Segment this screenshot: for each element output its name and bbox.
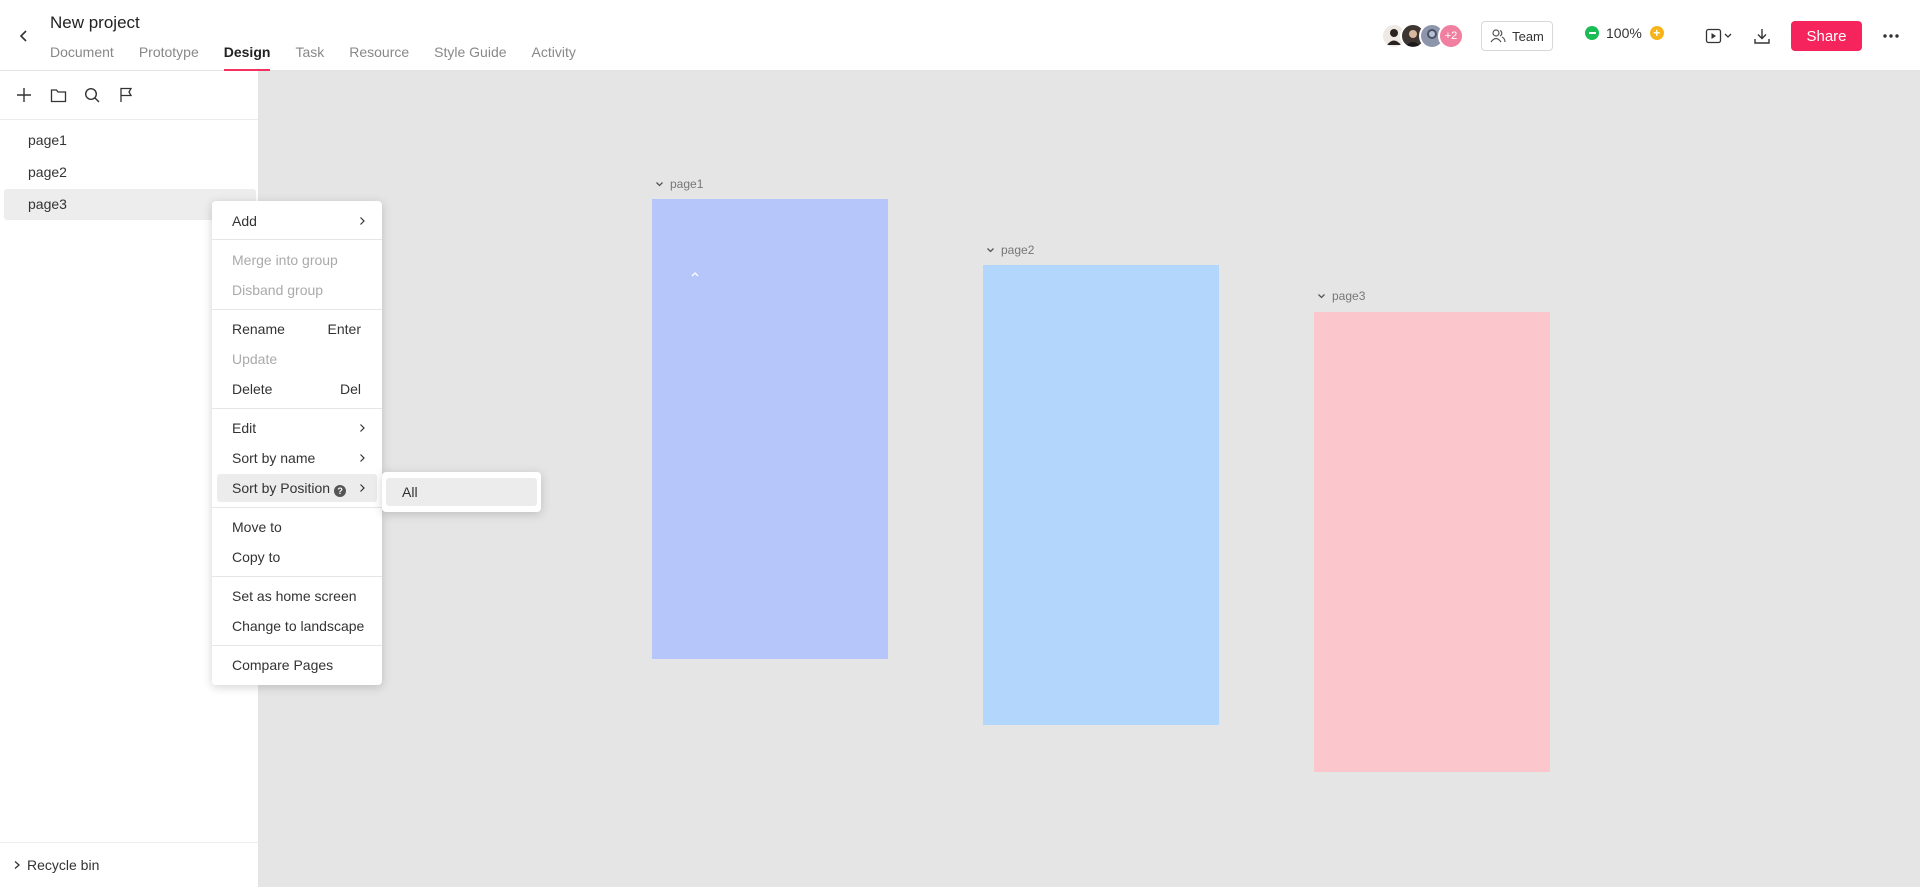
menu-item-update: Update	[232, 351, 278, 367]
sort-by-position-submenu: All	[382, 472, 541, 512]
frame-page3[interactable]	[1314, 312, 1550, 772]
tab-resource[interactable]: Resource	[349, 44, 409, 71]
more-options-button[interactable]	[1879, 24, 1903, 48]
sidebar-toolbar	[0, 71, 258, 120]
menu-item-label: Rename	[232, 321, 285, 337]
menu-item-merge-into-group: Merge into group	[232, 252, 338, 268]
sync-status-icon	[1585, 26, 1599, 40]
menu-item-set-as-home-screen[interactable]: Set as home screen	[217, 582, 377, 610]
menu-item-label: Add	[232, 213, 257, 229]
more-icon	[1883, 34, 1899, 38]
shortcut-label: Del	[339, 381, 361, 397]
menu-divider	[212, 309, 382, 310]
download-icon	[1754, 29, 1770, 44]
tab-style-guide[interactable]: Style Guide	[434, 44, 506, 71]
chevron-right-icon	[360, 424, 365, 432]
plus-icon	[17, 88, 31, 102]
menu-item-label: Sort by Position	[232, 480, 331, 496]
menu-divider	[212, 576, 382, 577]
frame-name: page1	[670, 177, 704, 191]
menu-item-delete[interactable]: Delete Del	[217, 375, 377, 403]
chevron-right-icon	[360, 454, 365, 462]
chevron-right-icon	[360, 484, 365, 492]
add-page-button[interactable]	[14, 85, 34, 105]
flag-icon	[119, 87, 132, 102]
tab-task[interactable]: Task	[295, 44, 324, 71]
submenu-item-all[interactable]: All	[386, 478, 537, 506]
menu-item-label: Sort by name	[232, 450, 316, 466]
page-item-page2[interactable]: page2	[4, 157, 256, 188]
menu-divider	[212, 507, 382, 508]
play-icon	[1705, 28, 1732, 44]
top-header: New project Document Prototype Design Ta…	[0, 0, 1920, 71]
menu-item-rename[interactable]: Rename Enter	[217, 315, 377, 343]
chevron-up-icon	[691, 272, 699, 277]
frame-label-page2[interactable]: page2	[986, 243, 1034, 257]
preview-button[interactable]	[1702, 24, 1736, 48]
frame-page2[interactable]	[983, 265, 1219, 725]
tab-bar: Document Prototype Design Task Resource …	[50, 44, 601, 71]
menu-item-label: Edit	[232, 420, 257, 436]
add-folder-button[interactable]	[48, 85, 68, 105]
tab-design[interactable]: Design	[223, 44, 270, 71]
chevron-down-icon	[656, 181, 663, 186]
menu-item-sort-by-name[interactable]: Sort by name	[217, 444, 377, 472]
menu-item-compare-pages[interactable]: Compare Pages	[217, 651, 377, 679]
back-button[interactable]	[14, 26, 34, 46]
menu-item-edit[interactable]: Edit	[217, 414, 377, 442]
frame-label-page3[interactable]: page3	[1317, 289, 1365, 303]
chevron-right-icon	[14, 861, 20, 869]
frame-name: page3	[1332, 289, 1366, 303]
folder-icon	[50, 88, 66, 102]
frame-page1[interactable]	[652, 199, 888, 659]
search-button[interactable]	[82, 85, 102, 105]
team-icon	[1490, 29, 1506, 43]
chevron-right-icon	[360, 217, 365, 225]
context-menu: Add Merge into group Disband group Renam…	[212, 201, 382, 685]
project-title: New project	[50, 13, 140, 32]
tab-document[interactable]: Document	[50, 44, 114, 71]
download-button[interactable]	[1750, 24, 1774, 48]
recycle-bin[interactable]: Recycle bin	[0, 842, 259, 887]
collaborator-avatars[interactable]: +2	[1381, 23, 1464, 49]
search-icon	[84, 87, 100, 103]
menu-item-label: Delete	[232, 381, 273, 397]
recycle-bin-label: Recycle bin	[27, 857, 100, 873]
frame-label-page1[interactable]: page1	[655, 177, 703, 191]
team-button[interactable]: Team	[1481, 21, 1553, 51]
menu-divider	[212, 239, 382, 240]
menu-divider	[212, 645, 382, 646]
zoom-value: 100%	[1606, 25, 1642, 41]
frame-name: page2	[1001, 243, 1035, 257]
status-indicator[interactable]: 100% +	[1585, 25, 1664, 41]
upgrade-icon[interactable]: +	[1649, 26, 1664, 40]
page-item-page1[interactable]: page1	[4, 125, 256, 156]
flag-button[interactable]	[116, 85, 136, 105]
menu-item-move-to[interactable]: Move to	[217, 513, 377, 541]
chevron-down-icon	[1318, 293, 1325, 298]
share-button[interactable]: Share	[1791, 21, 1862, 51]
menu-item-change-to-landscape[interactable]: Change to landscape	[217, 612, 377, 640]
help-icon[interactable]: ?	[334, 485, 347, 497]
tab-prototype[interactable]: Prototype	[139, 44, 199, 71]
tab-activity[interactable]: Activity	[532, 44, 576, 71]
menu-item-add[interactable]: Add	[217, 207, 377, 235]
chevron-left-icon	[19, 30, 27, 42]
shortcut-label: Enter	[327, 321, 361, 337]
menu-item-copy-to[interactable]: Copy to	[217, 543, 377, 571]
chevron-down-icon	[987, 247, 994, 252]
menu-item-sort-by-position[interactable]: Sort by Position?	[217, 474, 377, 502]
menu-item-disband-group: Disband group	[232, 282, 324, 298]
more-collaborators-badge[interactable]: +2	[1438, 23, 1464, 49]
menu-divider	[212, 408, 382, 409]
team-label: Team	[1512, 28, 1544, 44]
